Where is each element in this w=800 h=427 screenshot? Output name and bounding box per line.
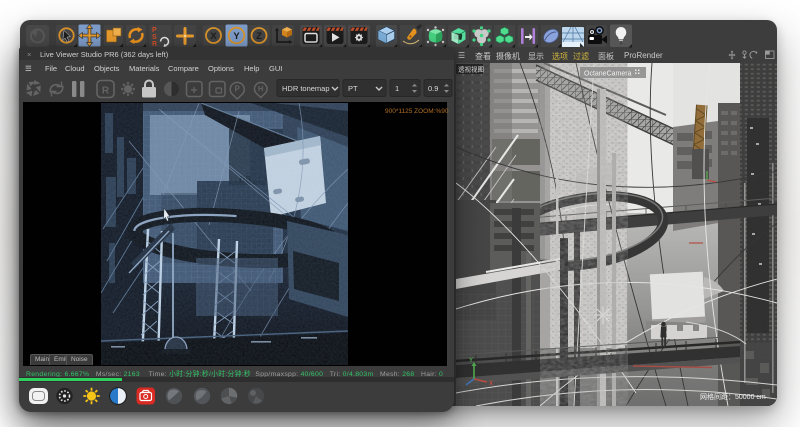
svg-text:1: 1 (395, 84, 399, 93)
svg-text:OctaneCamera: OctaneCamera (584, 71, 632, 78)
svg-text:R: R (102, 86, 110, 97)
svg-text:P: P (235, 85, 241, 94)
svg-text:HDR tonemap: HDR tonemap (282, 84, 330, 93)
svg-text:PT: PT (348, 84, 358, 93)
svg-text:透视视图: 透视视图 (458, 65, 484, 74)
svg-text:H: H (258, 84, 263, 93)
svg-text:网格间距：50000 cm: 网格间距：50000 cm (700, 392, 766, 401)
svg-text:0.9: 0.9 (428, 84, 438, 93)
